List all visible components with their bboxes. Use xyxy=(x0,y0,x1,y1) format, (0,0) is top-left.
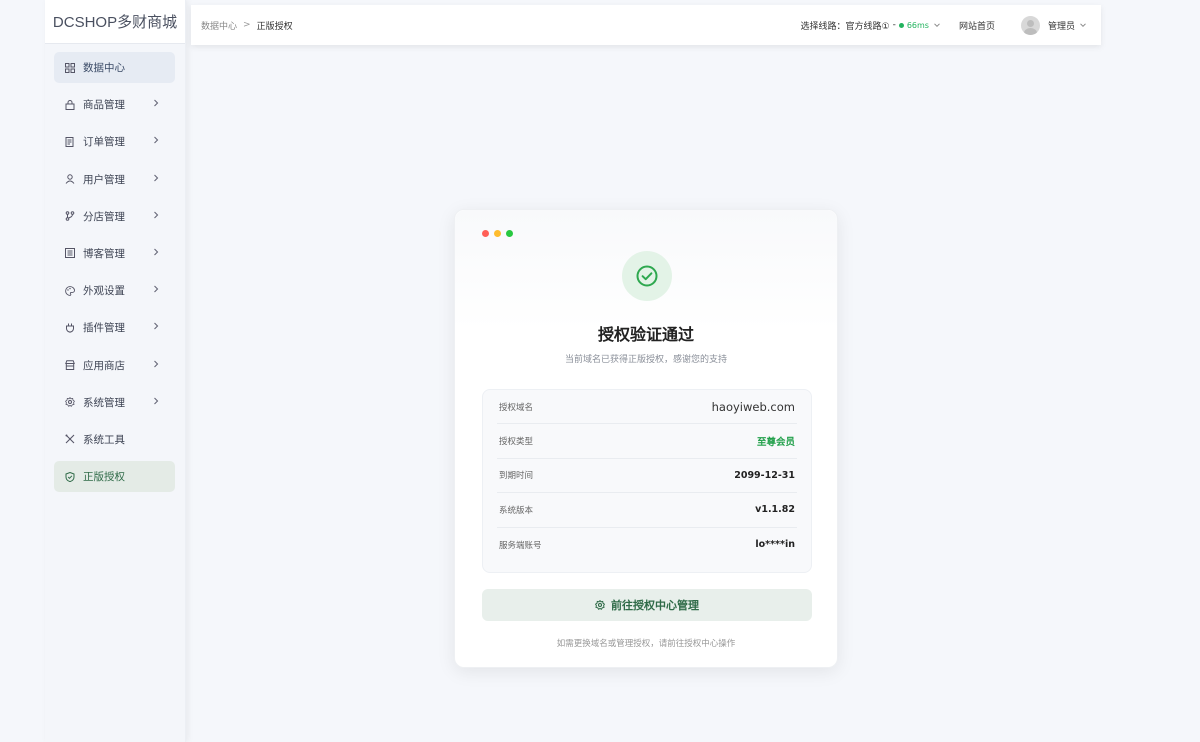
sidebar-item-orders[interactable]: 订单管理 xyxy=(54,126,175,157)
sidebar-item-branches[interactable]: 分店管理 xyxy=(54,201,175,232)
dashboard-icon xyxy=(65,62,75,73)
sidebar-item-system[interactable]: 系统管理 xyxy=(54,387,175,418)
bag-icon xyxy=(65,99,75,110)
order-icon xyxy=(65,136,75,147)
chevron-right-icon xyxy=(154,211,159,219)
palette-icon xyxy=(65,285,75,296)
chevron-right-icon xyxy=(154,99,159,107)
dot-green xyxy=(506,230,513,237)
sidebar-item-products[interactable]: 商品管理 xyxy=(54,89,175,120)
info-row-account: 服务端账号 lo****in xyxy=(497,528,797,562)
line-value: 官方线路① xyxy=(845,21,890,32)
avatar[interactable] xyxy=(1020,15,1040,35)
chevron-right-icon xyxy=(154,248,159,256)
chevron-right-icon xyxy=(154,397,159,405)
user-icon xyxy=(65,174,75,184)
gear-icon xyxy=(595,600,605,610)
info-row-version: 系统版本 v1.1.82 xyxy=(497,493,797,528)
chevron-down-icon[interactable] xyxy=(1079,21,1087,29)
sidebar-menu: 数据中心 商品管理 订单管理 用户管理 分店管理 博客管理 外观设置 插件管理 … xyxy=(45,44,185,493)
license-card: 授权验证通过 当前域名已获得正版授权，感谢您的支持 授权域名 haoyiweb.… xyxy=(454,209,838,668)
app-logo[interactable]: DCSHOP多财商城 xyxy=(45,0,185,44)
chevron-right-icon xyxy=(154,322,159,330)
sidebar-item-users[interactable]: 用户管理 xyxy=(54,164,175,195)
sidebar-item-system-tools[interactable]: 系统工具 xyxy=(54,424,175,455)
sidebar-item-plugins[interactable]: 插件管理 xyxy=(54,312,175,343)
line-dash: - xyxy=(892,20,896,30)
plugin-icon xyxy=(65,323,75,333)
chevron-right-icon xyxy=(154,285,159,293)
breadcrumb-item-current: 正版授权 xyxy=(256,21,293,32)
info-value: haoyiweb.com xyxy=(711,399,795,414)
line-selector[interactable]: 选择线路： 官方线路① - 66ms xyxy=(800,19,940,32)
header-actions: 选择线路： 官方线路① - 66ms 网站首页 管理员 xyxy=(800,15,1101,35)
sidebar: DCSHOP多财商城 数据中心 商品管理 订单管理 用户管理 分店管理 博客管理… xyxy=(45,0,186,742)
sidebar-item-label: 数据中心 xyxy=(83,62,125,74)
chevron-right-icon xyxy=(154,360,159,367)
sidebar-item-data-center[interactable]: 数据中心 xyxy=(54,52,175,83)
sidebar-item-label: 插件管理 xyxy=(83,322,125,335)
sidebar-item-license[interactable]: 正版授权 xyxy=(54,461,175,493)
sidebar-item-label: 外观设置 xyxy=(83,285,125,298)
sidebar-item-label: 用户管理 xyxy=(83,173,125,186)
dot-yellow xyxy=(494,230,501,237)
info-value: lo****in xyxy=(755,539,795,551)
success-check-icon xyxy=(622,251,672,301)
license-info-table: 授权域名 haoyiweb.com 授权类型 至尊会员 到期时间 2099-12… xyxy=(482,389,812,573)
info-label: 服务端账号 xyxy=(499,540,542,551)
sidebar-item-label: 系统管理 xyxy=(83,396,125,409)
sidebar-item-label: 订单管理 xyxy=(83,136,125,149)
line-label: 选择线路： xyxy=(800,21,846,32)
info-value: v1.1.82 xyxy=(755,504,795,516)
tools-icon xyxy=(65,434,75,444)
chevron-right-icon xyxy=(154,136,159,144)
ping-value: 66ms xyxy=(906,20,929,30)
info-value: 2099-12-31 xyxy=(734,469,795,481)
sidebar-item-blog[interactable]: 博客管理 xyxy=(54,238,175,269)
sidebar-item-label: 分店管理 xyxy=(83,210,125,223)
store-icon xyxy=(65,360,75,370)
info-row-domain: 授权域名 haoyiweb.com xyxy=(497,390,797,425)
gear-icon xyxy=(65,397,75,408)
sidebar-item-label: 正版授权 xyxy=(83,471,125,484)
branch-icon xyxy=(65,211,75,222)
sidebar-item-label: 系统工具 xyxy=(83,433,125,446)
ping-status-dot xyxy=(898,22,904,28)
sidebar-item-label: 应用商店 xyxy=(83,359,125,372)
info-row-type: 授权类型 至尊会员 xyxy=(497,424,797,459)
info-label: 授权类型 xyxy=(499,437,534,448)
blog-icon xyxy=(65,248,75,259)
button-label: 前往授权中心管理 xyxy=(611,599,699,612)
breadcrumb: 数据中心 > 正版授权 xyxy=(191,19,293,32)
card-subtitle: 当前域名已获得正版授权，感谢您的支持 xyxy=(564,355,727,365)
card-title: 授权验证通过 xyxy=(597,325,694,344)
info-row-expiry: 到期时间 2099-12-31 xyxy=(497,459,797,494)
info-label: 系统版本 xyxy=(499,505,534,516)
window-dots xyxy=(482,230,518,237)
shield-check-icon xyxy=(65,471,75,482)
chevron-right-icon xyxy=(154,174,159,181)
info-label: 到期时间 xyxy=(499,471,534,482)
info-label: 授权域名 xyxy=(499,402,534,413)
breadcrumb-separator: > xyxy=(243,20,251,30)
chevron-down-icon xyxy=(934,23,940,28)
site-home-link[interactable]: 网站首页 xyxy=(959,19,995,32)
dot-red xyxy=(482,230,489,237)
sidebar-item-label: 博客管理 xyxy=(83,247,125,260)
license-center-button[interactable]: 前往授权中心管理 xyxy=(482,589,812,621)
info-value: 至尊会员 xyxy=(756,437,795,449)
card-footer-note: 如需更换域名或管理授权，请前往授权中心操作 xyxy=(556,639,736,649)
sidebar-item-label: 商品管理 xyxy=(83,99,125,112)
sidebar-item-app-store[interactable]: 应用商店 xyxy=(54,350,175,381)
sidebar-item-appearance[interactable]: 外观设置 xyxy=(54,275,175,306)
breadcrumb-item-data-center[interactable]: 数据中心 xyxy=(201,19,237,32)
top-header: 数据中心 > 正版授权 选择线路： 官方线路① - 66ms 网站首页 管理员 xyxy=(191,5,1101,45)
user-menu-name[interactable]: 管理员 xyxy=(1048,19,1075,32)
